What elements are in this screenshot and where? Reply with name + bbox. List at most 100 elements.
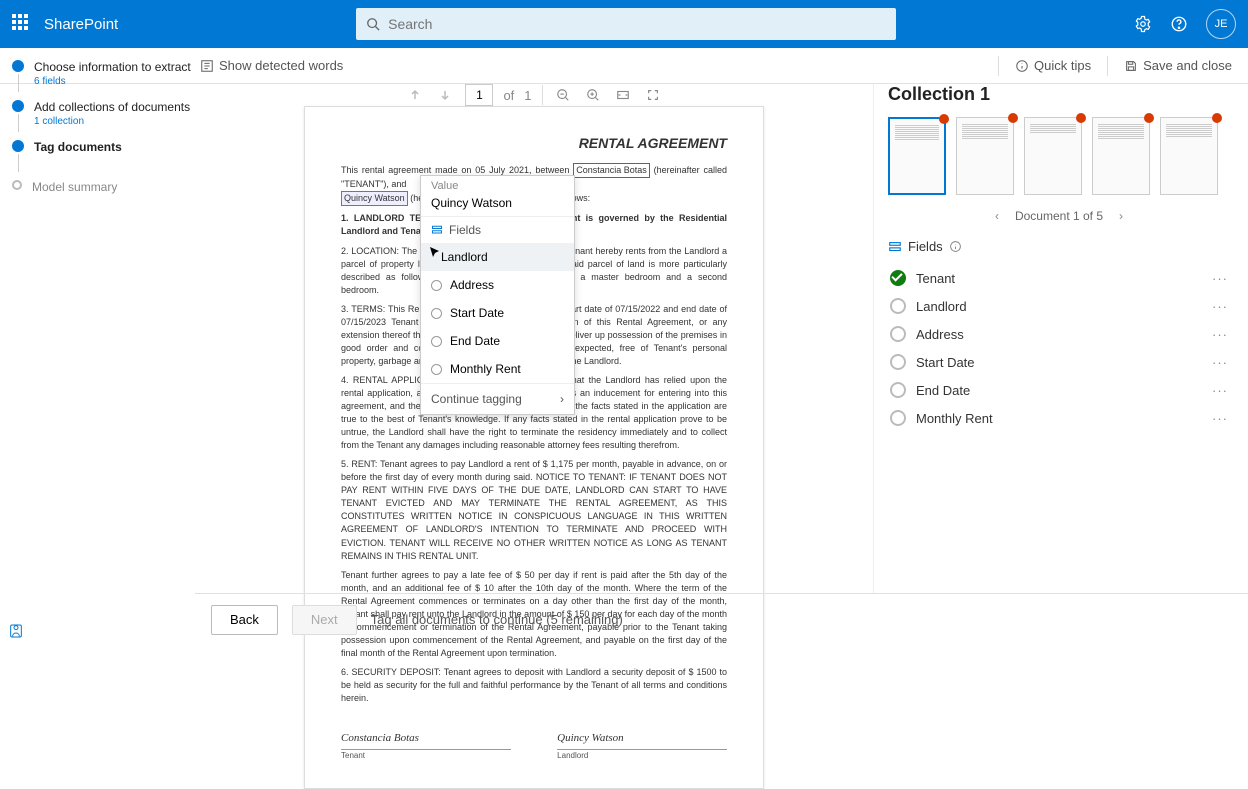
field-label: End Date — [916, 383, 970, 398]
popup-field-enddate[interactable]: End Date — [421, 327, 574, 355]
document-toolbar: of 1 — [405, 84, 662, 106]
divider — [1107, 56, 1108, 76]
step-dot-icon — [12, 180, 22, 190]
more-icon[interactable]: ··· — [1212, 355, 1228, 370]
popup-field-address[interactable]: Address — [421, 271, 574, 299]
field-label: Monthly Rent — [916, 411, 993, 426]
field-row-monthlyrent[interactable]: Monthly Rent ··· — [888, 404, 1230, 432]
gear-icon[interactable] — [1134, 15, 1152, 33]
field-row-startdate[interactable]: Start Date··· — [888, 348, 1230, 376]
show-detected-words[interactable]: Show detected words — [200, 58, 343, 73]
tagged-landlord[interactable]: Quincy Watson — [341, 191, 408, 206]
chevron-right-icon: › — [560, 392, 564, 406]
thumbnail-4[interactable] — [1092, 117, 1150, 195]
doc-nav-label: Document 1 of 5 — [1015, 209, 1103, 223]
chevron-right-icon[interactable]: › — [1119, 209, 1123, 223]
back-button[interactable]: Back — [211, 605, 278, 635]
fit-width-icon[interactable] — [613, 85, 633, 105]
quick-tips-label: Quick tips — [1034, 58, 1091, 73]
main-region: of 1 RENTAL AGREEMENT This rental agreem… — [195, 84, 1248, 593]
field-label: Tenant — [916, 271, 955, 286]
save-close-label: Save and close — [1143, 58, 1232, 73]
field-row-enddate[interactable]: End Date ··· — [888, 376, 1230, 404]
status-dot-icon — [1008, 113, 1018, 123]
search-box[interactable] — [356, 8, 896, 40]
fullscreen-icon[interactable] — [643, 85, 663, 105]
page-total: 1 — [524, 88, 531, 103]
divider — [542, 85, 543, 105]
thumbnail-5[interactable] — [1160, 117, 1218, 195]
signature-row: Constancia Botas Tenant Quincy Watson La… — [341, 731, 727, 762]
thumbnail-2[interactable] — [956, 117, 1014, 195]
step-choose-info[interactable]: Choose information to extract 6 fields — [12, 60, 192, 94]
watermark-icon — [8, 623, 24, 639]
thumbnail-1[interactable] — [888, 117, 946, 195]
thumbnail-3[interactable] — [1024, 117, 1082, 195]
status-dot-icon — [939, 114, 949, 124]
popup-field-label: Start Date — [450, 306, 504, 320]
search-input[interactable] — [388, 16, 886, 32]
document-nav: ‹ Document 1 of 5 › — [888, 209, 1230, 223]
field-row-tenant[interactable]: Tenant ··· — [888, 264, 1230, 292]
popup-continue[interactable]: Continue tagging › — [421, 383, 574, 414]
popup-field-startdate[interactable]: Start Date — [421, 299, 574, 327]
popup-field-label: Address — [450, 278, 494, 292]
doc-p5: 5. RENT: Tenant agrees to pay Landlord a… — [341, 458, 727, 562]
more-icon[interactable]: ··· — [1212, 271, 1228, 286]
popup-field-landlord[interactable]: Landlord — [421, 243, 574, 271]
status-dot-icon — [1212, 113, 1222, 123]
divider — [998, 56, 999, 76]
popup-value: Quincy Watson — [421, 196, 574, 216]
help-icon[interactable] — [1170, 15, 1188, 33]
wizard-steps: Choose information to extract 6 fields A… — [12, 54, 192, 200]
quick-tips[interactable]: Quick tips — [1015, 58, 1091, 73]
thumbnail-strip — [888, 117, 1230, 195]
arrow-down-icon[interactable] — [435, 85, 455, 105]
info-icon — [1015, 59, 1029, 73]
popup-value-label: Value — [421, 176, 574, 196]
field-row-landlord[interactable]: Landlord ··· — [888, 292, 1230, 320]
step-sublabel: 1 collection — [34, 116, 190, 127]
collection-title: Collection 1 — [888, 84, 1230, 105]
show-detected-label: Show detected words — [219, 58, 343, 73]
status-empty-icon — [890, 354, 906, 370]
cursor-icon — [429, 246, 441, 258]
save-and-close[interactable]: Save and close — [1124, 58, 1232, 73]
step-add-collections[interactable]: Add collections of documents 1 collectio… — [12, 100, 192, 134]
status-empty-icon — [890, 326, 906, 342]
more-icon[interactable]: ··· — [1212, 383, 1228, 398]
landlord-signature: Quincy Watson — [557, 731, 727, 750]
doc-p6: 6. SECURITY DEPOSIT: Tenant agrees to de… — [341, 666, 727, 705]
arrow-up-icon[interactable] — [405, 85, 425, 105]
more-icon[interactable]: ··· — [1212, 299, 1228, 314]
radio-icon — [431, 336, 442, 347]
zoom-out-icon[interactable] — [553, 85, 573, 105]
step-tag-documents[interactable]: Tag documents — [12, 140, 192, 174]
tenant-role: Tenant — [341, 750, 511, 762]
chevron-left-icon[interactable]: ‹ — [995, 209, 999, 223]
tag-popup: Value Quincy Watson Fields Landlord Addr… — [420, 175, 575, 415]
app-launcher-icon[interactable] — [12, 14, 32, 34]
popup-field-monthlyrent[interactable]: Monthly Rent — [421, 355, 574, 383]
field-row-address[interactable]: Address··· — [888, 320, 1230, 348]
fields-icon — [431, 224, 443, 236]
tagged-tenant[interactable]: Constancia Botas — [573, 163, 650, 178]
status-empty-icon — [890, 298, 906, 314]
step-model-summary[interactable]: Model summary — [12, 180, 192, 194]
popup-field-label: End Date — [450, 334, 500, 348]
more-icon[interactable]: ··· — [1212, 411, 1228, 426]
more-icon[interactable]: ··· — [1212, 327, 1228, 342]
text-scan-icon — [200, 59, 214, 73]
tenant-signature: Constancia Botas — [341, 731, 511, 750]
fields-icon — [888, 240, 902, 254]
avatar[interactable]: JE — [1206, 9, 1236, 39]
info-icon[interactable] — [949, 240, 962, 253]
zoom-in-icon[interactable] — [583, 85, 603, 105]
page-input[interactable] — [465, 84, 493, 106]
step-dot-icon — [12, 60, 24, 72]
fields-label: Fields — [908, 239, 943, 254]
fields-header: Fields — [888, 239, 1230, 254]
popup-field-label: Monthly Rent — [450, 362, 521, 376]
field-label: Landlord — [916, 299, 967, 314]
search-icon — [366, 17, 380, 31]
